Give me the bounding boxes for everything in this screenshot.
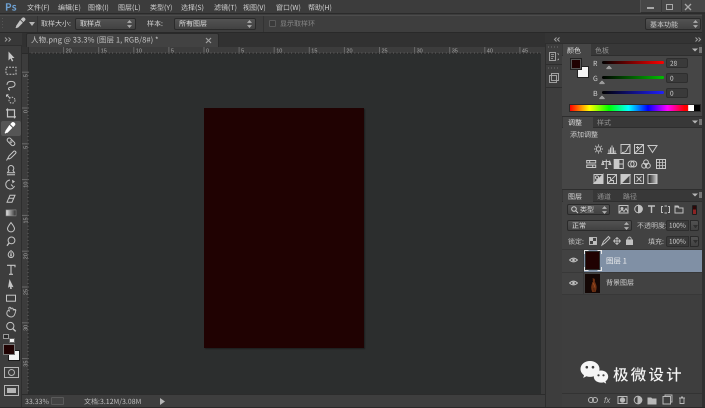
svg-text:fx: fx bbox=[604, 396, 611, 405]
